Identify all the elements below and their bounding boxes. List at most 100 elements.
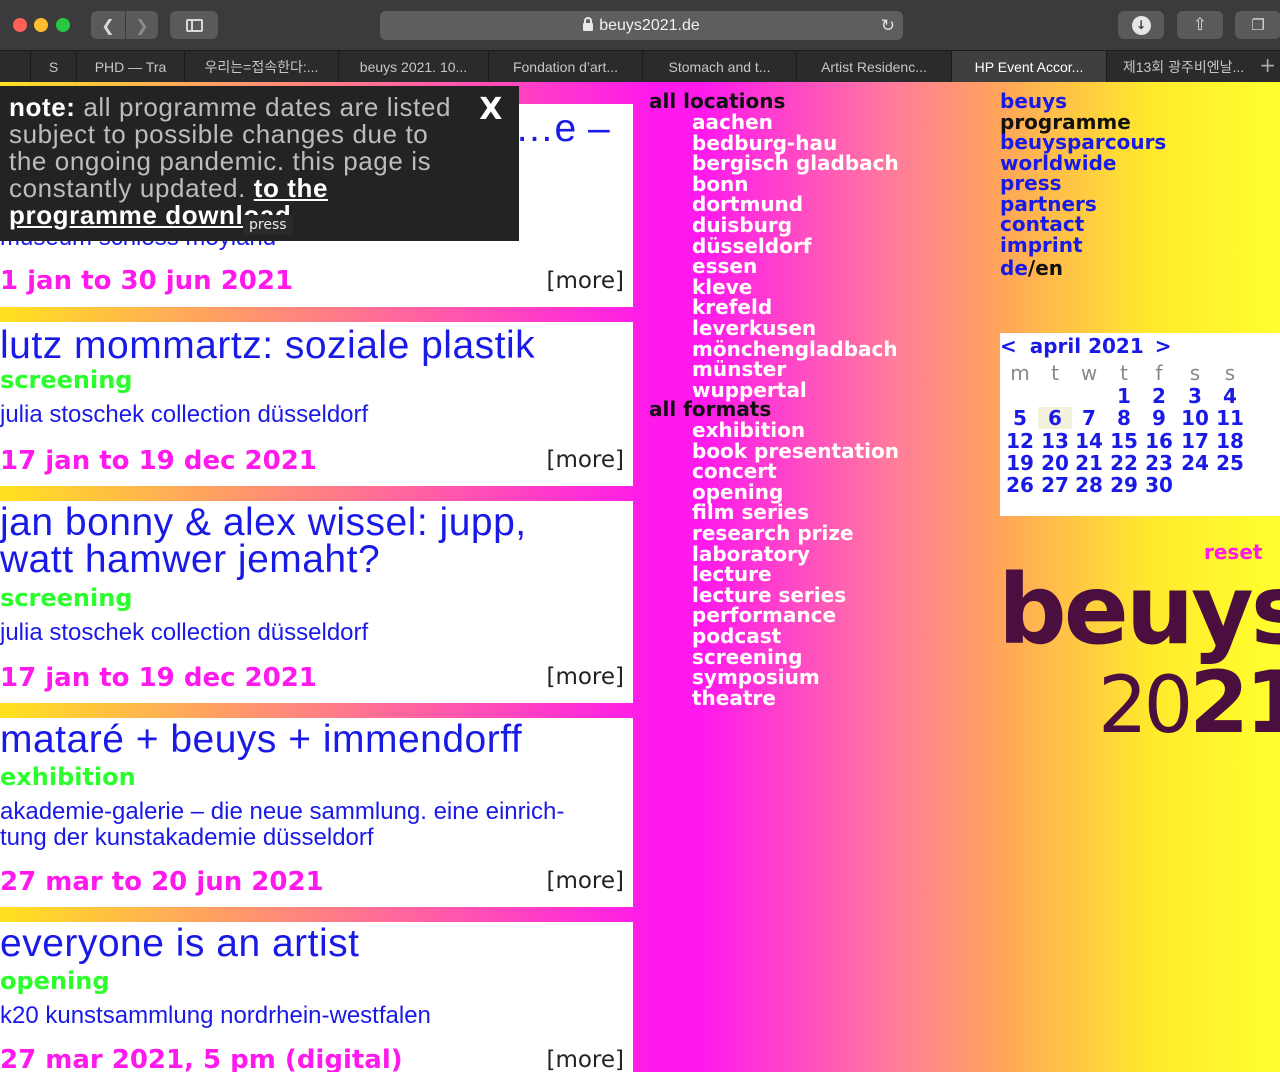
format-filter-item[interactable]: screening <box>692 647 802 667</box>
browser-tab[interactable]: Fondation d’art... <box>488 51 642 82</box>
calendar-day[interactable]: 13 <box>1038 430 1072 452</box>
calendar-day[interactable]: 8 <box>1107 407 1141 429</box>
calendar-day[interactable]: 16 <box>1142 430 1176 452</box>
location-filter-item[interactable]: bedburg-hau <box>692 133 837 153</box>
back-button[interactable]: ❮ <box>91 11 125 39</box>
calendar-day[interactable]: 9 <box>1142 407 1176 429</box>
all-locations-filter[interactable]: all locations <box>649 91 785 111</box>
more-link[interactable]: [more] <box>546 663 624 691</box>
calendar-day[interactable]: 1 <box>1107 385 1141 407</box>
location-filter-item[interactable]: düsseldorf <box>692 236 811 256</box>
browser-tab[interactable]: beuys 2021. 10... <box>338 51 488 82</box>
sidebar-toggle-button[interactable] <box>170 11 218 39</box>
close-note-button[interactable]: X <box>479 95 503 125</box>
nav-press[interactable]: press <box>1000 173 1062 193</box>
location-filter-item[interactable]: bergisch gladbach <box>692 153 899 173</box>
format-filter-item[interactable]: exhibition <box>692 420 805 440</box>
more-link[interactable]: [more] <box>546 1046 624 1072</box>
location-filter-item[interactable]: duisburg <box>692 215 792 235</box>
lang-de-link[interactable]: de <box>1000 256 1028 280</box>
downloads-button[interactable]: ↓ <box>1118 11 1164 39</box>
minimize-window-icon[interactable] <box>34 18 48 32</box>
calendar-day[interactable]: 17 <box>1178 430 1212 452</box>
next-month-button[interactable]: > <box>1155 334 1172 358</box>
nav-beuys[interactable]: beuys <box>1000 91 1067 111</box>
format-filter-item[interactable]: research prize <box>692 523 854 543</box>
calendar-day[interactable]: 24 <box>1178 452 1212 474</box>
reload-icon[interactable]: ↻ <box>881 16 895 36</box>
nav-imprint[interactable]: imprint <box>1000 235 1083 255</box>
event-title[interactable]: lutz mommartz: soziale plastik <box>0 326 535 365</box>
event-title[interactable]: everyone is an artist <box>0 924 360 963</box>
location-filter-item[interactable]: krefeld <box>692 297 772 317</box>
browser-tab-active[interactable]: HP Event Accor... <box>951 51 1106 82</box>
more-link[interactable]: [more] <box>546 867 624 895</box>
format-filter-item[interactable]: podcast <box>692 626 781 646</box>
format-filter-item[interactable]: theatre <box>692 688 776 708</box>
calendar-day[interactable]: 10 <box>1178 407 1212 429</box>
share-button[interactable]: ⇧ <box>1177 11 1223 39</box>
format-filter-item[interactable]: lecture series <box>692 585 846 605</box>
calendar-day[interactable]: 5 <box>1003 407 1037 429</box>
calendar-day[interactable]: 28 <box>1072 474 1106 496</box>
format-filter-item[interactable]: opening <box>692 482 783 502</box>
calendar-day[interactable]: 2 <box>1142 385 1176 407</box>
nav-programme[interactable]: programme <box>1000 112 1131 132</box>
calendar-day-today[interactable]: 6 <box>1038 407 1072 430</box>
event-title[interactable]: jan bonny & alex wissel: jupp, <box>0 503 527 542</box>
format-filter-item[interactable]: laboratory <box>692 544 810 564</box>
location-filter-item[interactable]: mönchengladbach <box>692 339 898 359</box>
calendar-day[interactable]: 21 <box>1072 452 1106 474</box>
event-title-line2[interactable]: watt hamwer jemaht? <box>0 540 380 579</box>
calendar-day[interactable]: 15 <box>1107 430 1141 452</box>
close-window-icon[interactable] <box>13 18 27 32</box>
calendar-day[interactable]: 19 <box>1003 452 1037 474</box>
location-filter-item[interactable]: leverkusen <box>692 318 816 338</box>
calendar-day[interactable]: 22 <box>1107 452 1141 474</box>
nav-beuysparcours[interactable]: beuysparcours <box>1000 132 1166 152</box>
calendar-day[interactable]: 23 <box>1142 452 1176 474</box>
location-filter-item[interactable]: essen <box>692 256 757 276</box>
maximize-window-icon[interactable] <box>56 18 70 32</box>
format-filter-item[interactable]: symposium <box>692 667 820 687</box>
lang-en-link[interactable]: en <box>1035 256 1063 280</box>
browser-tab[interactable]: 우리는=접속한다:... <box>184 51 338 82</box>
new-tab-icon[interactable]: + <box>1259 53 1276 77</box>
event-card[interactable]: jan bonny & alex wissel: jupp, watt hamw… <box>0 501 633 703</box>
format-filter-item[interactable]: performance <box>692 605 836 625</box>
calendar-day[interactable]: 20 <box>1038 452 1072 474</box>
prev-month-button[interactable]: < <box>1000 334 1017 358</box>
calendar-day[interactable]: 30 <box>1142 474 1176 496</box>
more-link[interactable]: [more] <box>546 267 624 295</box>
calendar-day[interactable]: 27 <box>1038 474 1072 496</box>
more-link[interactable]: [more] <box>546 446 624 474</box>
event-card[interactable]: mataré + beuys + immendorff exhibition a… <box>0 718 633 907</box>
event-card[interactable]: lutz mommartz: soziale plastik screening… <box>0 322 633 486</box>
format-filter-item[interactable]: book presentation <box>692 441 899 461</box>
calendar-day[interactable]: 26 <box>1003 474 1037 496</box>
browser-tab[interactable]: PHD — Tra <box>76 51 184 82</box>
location-filter-item[interactable]: kleve <box>692 277 752 297</box>
calendar-day[interactable]: 25 <box>1213 452 1247 474</box>
nav-partners[interactable]: partners <box>1000 194 1097 214</box>
calendar-day[interactable]: 14 <box>1072 430 1106 452</box>
tab-overview-button[interactable]: ❐ <box>1235 11 1280 39</box>
event-title[interactable]: mataré + beuys + immendorff <box>0 720 522 759</box>
calendar-day[interactable]: 12 <box>1003 430 1037 452</box>
forward-button[interactable]: ❯ <box>126 11 158 39</box>
nav-worldwide[interactable]: worldwide <box>1000 153 1116 173</box>
nav-contact[interactable]: contact <box>1000 214 1084 234</box>
browser-tab[interactable]: Artist Residenc... <box>796 51 951 82</box>
format-filter-item[interactable]: film series <box>692 502 809 522</box>
calendar-day[interactable]: 11 <box>1213 407 1247 429</box>
format-filter-item[interactable]: lecture <box>692 564 772 584</box>
location-filter-item[interactable]: dortmund <box>692 194 803 214</box>
all-formats-filter[interactable]: all formats <box>649 399 771 419</box>
calendar-day[interactable]: 18 <box>1213 430 1247 452</box>
event-card[interactable]: everyone is an artist opening k20 kunsts… <box>0 922 633 1072</box>
location-filter-item[interactable]: aachen <box>692 112 773 132</box>
event-title[interactable]: …e – <box>515 109 610 148</box>
calendar-day[interactable]: 3 <box>1178 385 1212 407</box>
format-filter-item[interactable]: concert <box>692 461 777 481</box>
browser-tab[interactable]: S <box>30 51 76 82</box>
